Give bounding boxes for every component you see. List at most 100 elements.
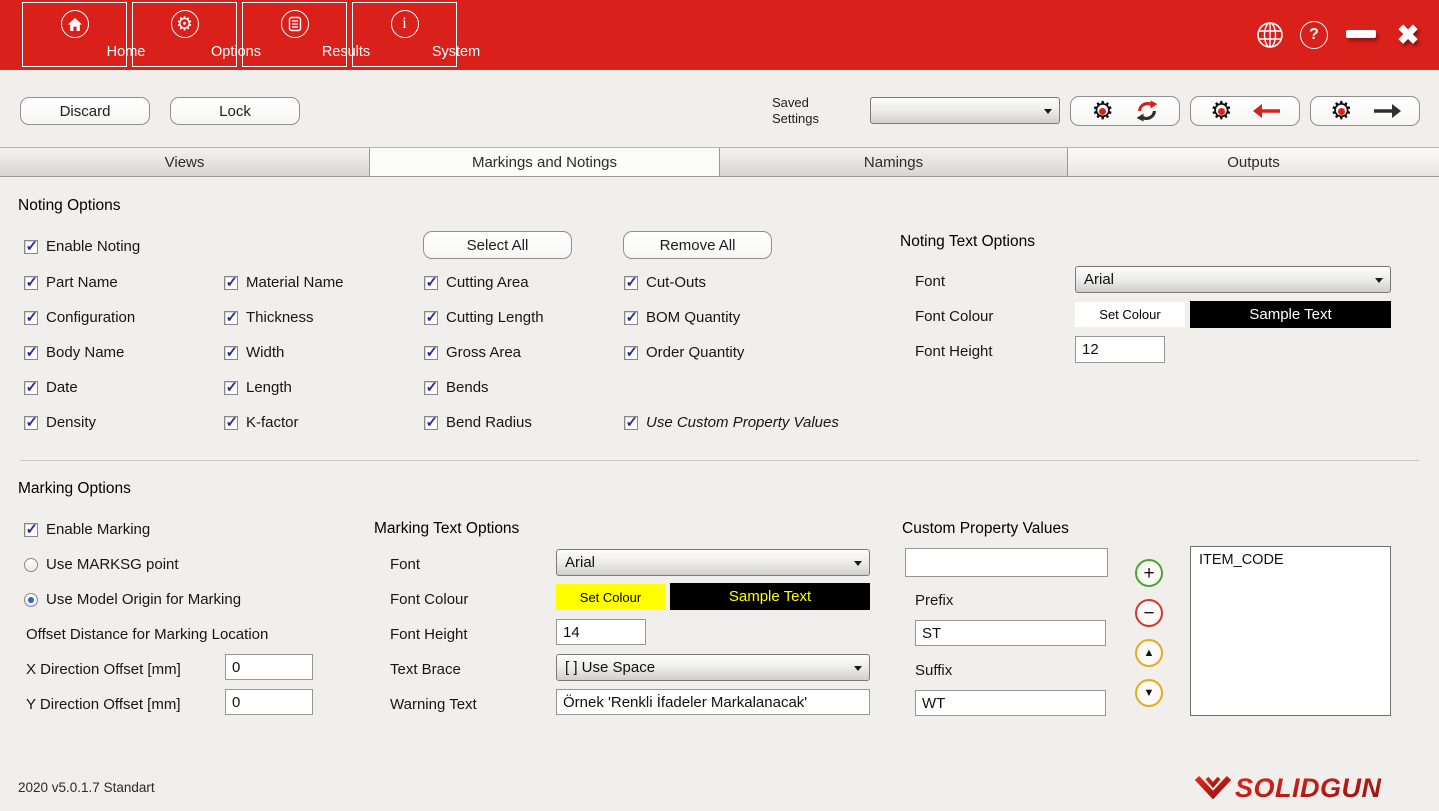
noting-set-colour-button[interactable]: Set Colour [1075, 302, 1185, 327]
checkbox-thickness[interactable]: Thickness [224, 309, 314, 326]
checkbox-icon [424, 346, 438, 360]
warning-text-input[interactable] [556, 689, 870, 715]
nav-system-label: System [405, 44, 508, 60]
checkbox-material-name[interactable]: Material Name [224, 274, 344, 291]
tab-namings[interactable]: Namings [719, 148, 1067, 176]
checkbox-order-quantity[interactable]: Order Quantity [624, 344, 744, 361]
checkbox-cutting-length[interactable]: Cutting Length [424, 309, 544, 326]
home-icon [61, 10, 89, 38]
nav-system-button[interactable]: i System [352, 2, 457, 67]
checkbox-cut-outs[interactable]: Cut-Outs [624, 274, 706, 291]
chevron-down-icon [1044, 109, 1052, 114]
checkbox-icon [24, 311, 38, 325]
results-list-icon [281, 10, 309, 38]
move-down-button[interactable]: ▼ [1135, 679, 1163, 707]
checkbox-cutting-area[interactable]: Cutting Area [424, 274, 529, 291]
marking-options-title: Marking Options [18, 480, 131, 498]
new-property-input[interactable] [905, 548, 1108, 577]
nav-home-button[interactable]: Home [22, 2, 127, 67]
noting-text-options-title: Noting Text Options [900, 233, 1035, 251]
checkbox-part-name[interactable]: Part Name [24, 274, 118, 291]
system-info-icon: i [391, 10, 419, 38]
checkbox-density[interactable]: Density [24, 414, 96, 431]
checkbox-bends[interactable]: Bends [424, 379, 489, 396]
marking-set-colour-button[interactable]: Set Colour [556, 584, 665, 610]
tab-views[interactable]: Views [0, 148, 369, 176]
triangle-down-icon: ▼ [1144, 687, 1155, 699]
minimize-button[interactable] [1346, 30, 1376, 38]
marking-font-height-input[interactable] [556, 619, 646, 645]
property-list-item[interactable]: ITEM_CODE [1191, 547, 1390, 573]
minus-icon: − [1143, 604, 1154, 623]
remove-property-button[interactable]: − [1135, 599, 1163, 627]
marking-sample-text-swatch: Sample Text [670, 583, 870, 610]
minimize-icon [1346, 30, 1376, 38]
checkbox-icon [624, 311, 638, 325]
checkbox-bom-quantity[interactable]: BOM Quantity [624, 309, 740, 326]
radio-use-marksg-point[interactable]: Use MARKSG point [24, 556, 179, 573]
checkbox-icon [224, 346, 238, 360]
language-globe-button[interactable] [1256, 21, 1284, 49]
checkbox-length[interactable]: Length [224, 379, 292, 396]
property-list[interactable]: ITEM_CODE [1190, 546, 1391, 716]
radio-icon [24, 593, 38, 607]
triangle-up-icon: ▲ [1144, 647, 1155, 659]
marking-font-label: Font [390, 556, 420, 573]
checkbox-enable-marking[interactable]: Enable Marking [24, 521, 150, 538]
marking-font-select[interactable]: Arial [556, 549, 870, 576]
suffix-label: Suffix [915, 662, 952, 679]
checkbox-icon [424, 311, 438, 325]
checkbox-date[interactable]: Date [24, 379, 78, 396]
settings-refresh-button[interactable]: ⚙ [1070, 96, 1180, 126]
discard-button[interactable]: Discard [20, 97, 150, 125]
noting-font-label: Font [915, 273, 945, 290]
checkbox-icon [24, 416, 38, 430]
marking-font-colour-label: Font Colour [390, 591, 468, 608]
settings-import-button[interactable]: ⚙ [1190, 96, 1300, 126]
checkbox-use-custom-property-values[interactable]: Use Custom Property Values [624, 414, 839, 431]
checkbox-icon [24, 276, 38, 290]
close-button[interactable]: ✖ [1392, 21, 1424, 49]
saved-settings-select[interactable] [870, 97, 1060, 124]
help-button[interactable]: ? [1300, 21, 1328, 49]
prefix-input[interactable] [915, 620, 1106, 646]
select-all-button[interactable]: Select All [423, 231, 572, 259]
lock-button[interactable]: Lock [170, 97, 300, 125]
add-property-button[interactable]: + [1135, 559, 1163, 587]
remove-all-button[interactable]: Remove All [623, 231, 772, 259]
gear-icon: ⚙ [1090, 97, 1116, 125]
nav-results-button[interactable]: Results [242, 2, 347, 67]
warning-text-label: Warning Text [390, 696, 477, 713]
text-brace-select[interactable]: [ ] Use Space [556, 654, 870, 681]
checkbox-icon [424, 276, 438, 290]
tab-outputs[interactable]: Outputs [1067, 148, 1439, 176]
noting-font-height-label: Font Height [915, 343, 993, 360]
checkbox-icon [24, 240, 38, 254]
checkbox-width[interactable]: Width [224, 344, 284, 361]
y-offset-input[interactable] [225, 689, 313, 715]
suffix-input[interactable] [915, 690, 1106, 716]
checkbox-bend-radius[interactable]: Bend Radius [424, 414, 532, 431]
tab-markings-and-notings[interactable]: Markings and Notings [369, 148, 719, 176]
checkbox-icon [24, 381, 38, 395]
plus-icon: + [1143, 564, 1154, 583]
checkbox-configuration[interactable]: Configuration [24, 309, 135, 326]
settings-export-button[interactable]: ⚙ [1310, 96, 1420, 126]
y-offset-label: Y Direction Offset [mm] [26, 696, 181, 713]
options-gear-icon: ⚙ [171, 10, 199, 38]
checkbox-icon [224, 311, 238, 325]
radio-use-model-origin[interactable]: Use Model Origin for Marking [24, 591, 241, 608]
nav-options-button[interactable]: ⚙ Options [132, 2, 237, 67]
noting-font-colour-label: Font Colour [915, 308, 993, 325]
arrow-right-icon [1372, 101, 1402, 121]
noting-font-select[interactable]: Arial [1075, 266, 1391, 293]
move-up-button[interactable]: ▲ [1135, 639, 1163, 667]
noting-font-height-input[interactable] [1075, 336, 1165, 363]
x-offset-input[interactable] [225, 654, 313, 680]
checkbox-icon [224, 276, 238, 290]
checkbox-gross-area[interactable]: Gross Area [424, 344, 521, 361]
checkbox-enable-noting[interactable]: Enable Noting [24, 238, 140, 255]
checkbox-k-factor[interactable]: K-factor [224, 414, 299, 431]
checkbox-body-name[interactable]: Body Name [24, 344, 124, 361]
checkbox-icon [624, 416, 638, 430]
